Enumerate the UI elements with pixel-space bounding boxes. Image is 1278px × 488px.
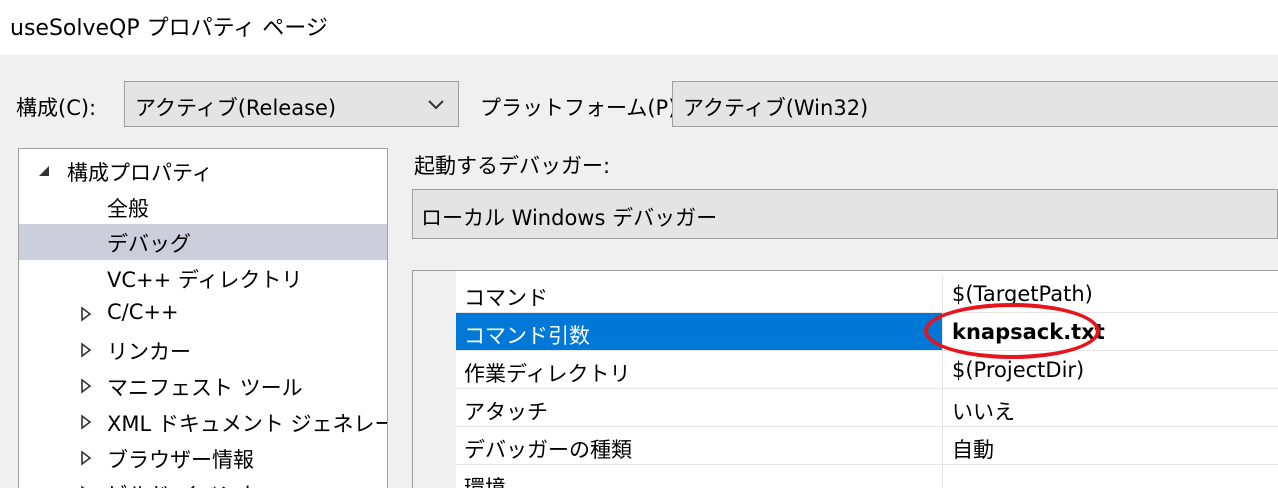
property-name: 作業ディレクトリ bbox=[464, 362, 631, 386]
triangle-collapsed-icon[interactable] bbox=[79, 342, 93, 358]
tree-item-browse-info[interactable]: ブラウザー情報 bbox=[19, 440, 387, 476]
debugger-label: 起動するデバッガー: bbox=[414, 154, 611, 178]
property-value-cell[interactable]: いいえ bbox=[944, 389, 1278, 426]
grid-gutter bbox=[413, 271, 456, 488]
property-row-environment[interactable]: 環境 bbox=[456, 465, 1278, 488]
property-grid: コマンド $(TargetPath) コマンド引数 knapsack.txt 作… bbox=[412, 270, 1278, 488]
property-row-working-dir[interactable]: 作業ディレクトリ $(ProjectDir) bbox=[456, 351, 1278, 389]
tree-item-linker[interactable]: リンカー bbox=[19, 332, 387, 368]
triangle-collapsed-icon[interactable] bbox=[79, 414, 93, 430]
annotation-ellipse bbox=[924, 303, 1100, 359]
property-name-cell[interactable]: アタッチ bbox=[456, 389, 943, 426]
tree-item-label: VC++ ディレクトリ bbox=[107, 268, 303, 292]
property-value-cell[interactable] bbox=[944, 465, 1278, 488]
property-value: 自動 bbox=[952, 438, 994, 462]
tree-item-label: デバッグ bbox=[107, 232, 191, 256]
triangle-collapsed-icon[interactable] bbox=[79, 378, 93, 394]
tree-item-label: ビルド イベント bbox=[107, 479, 261, 488]
window-title: useSolveQP プロパティ ページ bbox=[10, 16, 328, 41]
config-dropdown-value: アクティブ(Release) bbox=[135, 96, 337, 120]
tree-item-label: 全般 bbox=[107, 197, 149, 221]
tree-item-label: リンカー bbox=[107, 340, 191, 364]
property-name: アタッチ bbox=[464, 400, 548, 424]
property-name: 環境 bbox=[464, 476, 506, 488]
platform-dropdown[interactable]: アクティブ(Win32) bbox=[672, 81, 1278, 127]
property-row-command[interactable]: コマンド $(TargetPath) bbox=[456, 275, 1278, 313]
tree-item-manifest-tool[interactable]: マニフェスト ツール bbox=[19, 368, 387, 404]
property-name: デバッガーの種類 bbox=[464, 438, 632, 462]
tree-item-general[interactable]: 全般 bbox=[19, 189, 387, 225]
tree-item-c-cpp[interactable]: C/C++ bbox=[19, 296, 387, 332]
tree-item-label: 構成プロパティ bbox=[67, 161, 213, 185]
triangle-expanded-icon[interactable] bbox=[37, 163, 51, 179]
title-bar: useSolveQP プロパティ ページ bbox=[0, 0, 1278, 55]
property-name-cell[interactable]: 作業ディレクトリ bbox=[456, 351, 943, 388]
property-name-cell[interactable]: デバッガーの種類 bbox=[456, 427, 943, 464]
tree-item-debugging[interactable]: デバッグ bbox=[19, 224, 387, 260]
property-name-cell[interactable]: コマンド引数 bbox=[456, 313, 943, 350]
debugger-dropdown-value: ローカル Windows デバッガー bbox=[421, 206, 718, 230]
platform-label: プラットフォーム(P): bbox=[480, 96, 684, 120]
property-name: コマンド bbox=[464, 286, 548, 310]
config-dropdown[interactable]: アクティブ(Release) bbox=[124, 81, 459, 127]
debugger-dropdown[interactable]: ローカル Windows デバッガー bbox=[412, 189, 1278, 239]
property-value: $(ProjectDir) bbox=[952, 358, 1085, 382]
property-tree: 構成プロパティ 全般 デバッグ VC++ ディレクトリ C/C++ リンカー マ… bbox=[18, 148, 388, 488]
platform-dropdown-value: アクティブ(Win32) bbox=[683, 96, 869, 120]
property-row-debugger-type[interactable]: デバッガーの種類 自動 bbox=[456, 427, 1278, 465]
property-name-cell[interactable]: 環境 bbox=[456, 465, 943, 488]
property-value: いいえ bbox=[952, 400, 1015, 424]
tree-item-vc-directories[interactable]: VC++ ディレクトリ bbox=[19, 260, 387, 296]
tree-item-build-events[interactable]: ビルド イベント bbox=[19, 475, 387, 488]
property-name-cell[interactable]: コマンド bbox=[456, 275, 943, 312]
property-name: コマンド引数 bbox=[464, 324, 590, 348]
config-label: 構成(C): bbox=[16, 96, 97, 120]
chevron-down-icon bbox=[426, 92, 446, 120]
property-row-attach[interactable]: アタッチ いいえ bbox=[456, 389, 1278, 427]
tree-item-config-properties[interactable]: 構成プロパティ bbox=[19, 153, 387, 189]
triangle-collapsed-icon[interactable] bbox=[79, 450, 93, 466]
tree-item-label: マニフェスト ツール bbox=[107, 376, 303, 400]
property-value-cell[interactable]: 自動 bbox=[944, 427, 1278, 464]
tree-item-label: XML ドキュメント ジェネレーター bbox=[107, 412, 387, 436]
tree-item-label: C/C++ bbox=[107, 300, 179, 324]
property-row-command-args[interactable]: コマンド引数 knapsack.txt bbox=[456, 313, 1278, 351]
tree-item-xml-doc-generator[interactable]: XML ドキュメント ジェネレーター bbox=[19, 404, 387, 440]
tree-item-label: ブラウザー情報 bbox=[107, 448, 254, 472]
triangle-collapsed-icon[interactable] bbox=[79, 306, 93, 322]
